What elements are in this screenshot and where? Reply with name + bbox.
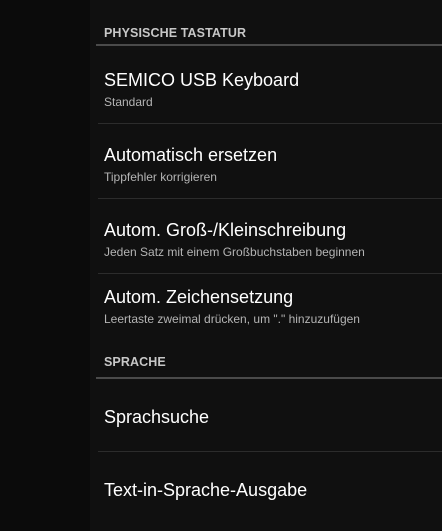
section-divider [96, 44, 442, 46]
item-divider [98, 198, 442, 199]
pref-item-auto-capitalization[interactable]: Autom. Groß-/Kleinschreibung Jeden Satz … [90, 200, 442, 274]
pref-item-title: Automatisch ersetzen [104, 145, 278, 165]
section-header-physical-keyboard: PHYSISCHE TASTATUR [90, 16, 442, 46]
item-divider [98, 123, 442, 124]
pref-item-title: SEMICO USB Keyboard [104, 70, 300, 90]
pref-item-title: Autom. Groß-/Kleinschreibung [104, 220, 347, 240]
section-divider [96, 377, 442, 379]
pref-item-text-to-speech[interactable]: Text-in-Sprache-Ausgabe [90, 453, 442, 529]
settings-screen: PHYSISCHE TASTATUR SEMICO USB Keyboard S… [0, 0, 442, 531]
pref-item-auto-replace[interactable]: Automatisch ersetzen Tippfehler korrigie… [90, 125, 442, 199]
section-header-language: SPRACHE [90, 345, 442, 379]
section-header-label: PHYSISCHE TASTATUR [104, 26, 247, 40]
pref-item-title: Text-in-Sprache-Ausgabe [104, 480, 308, 500]
left-gutter [0, 0, 90, 531]
item-divider [98, 451, 442, 452]
pref-item-title: Autom. Zeichensetzung [104, 287, 294, 307]
pref-item-summary: Jeden Satz mit einem Großbuchstaben begi… [104, 245, 365, 259]
section-header-label: SPRACHE [104, 355, 166, 369]
pref-item-summary: Leertaste zweimal drücken, um "." hinzuz… [104, 312, 360, 326]
settings-list[interactable]: PHYSISCHE TASTATUR SEMICO USB Keyboard S… [90, 0, 442, 531]
pref-item-summary: Tippfehler korrigieren [104, 170, 217, 184]
item-divider [98, 273, 442, 274]
pref-item-title: Sprachsuche [104, 407, 210, 427]
pref-item-semico-usb-keyboard[interactable]: SEMICO USB Keyboard Standard [90, 50, 442, 124]
pref-item-auto-punctuation[interactable]: Autom. Zeichensetzung Leertaste zweimal … [90, 275, 442, 345]
pref-item-voice-search[interactable]: Sprachsuche [90, 380, 442, 452]
pref-item-summary: Standard [104, 95, 153, 109]
